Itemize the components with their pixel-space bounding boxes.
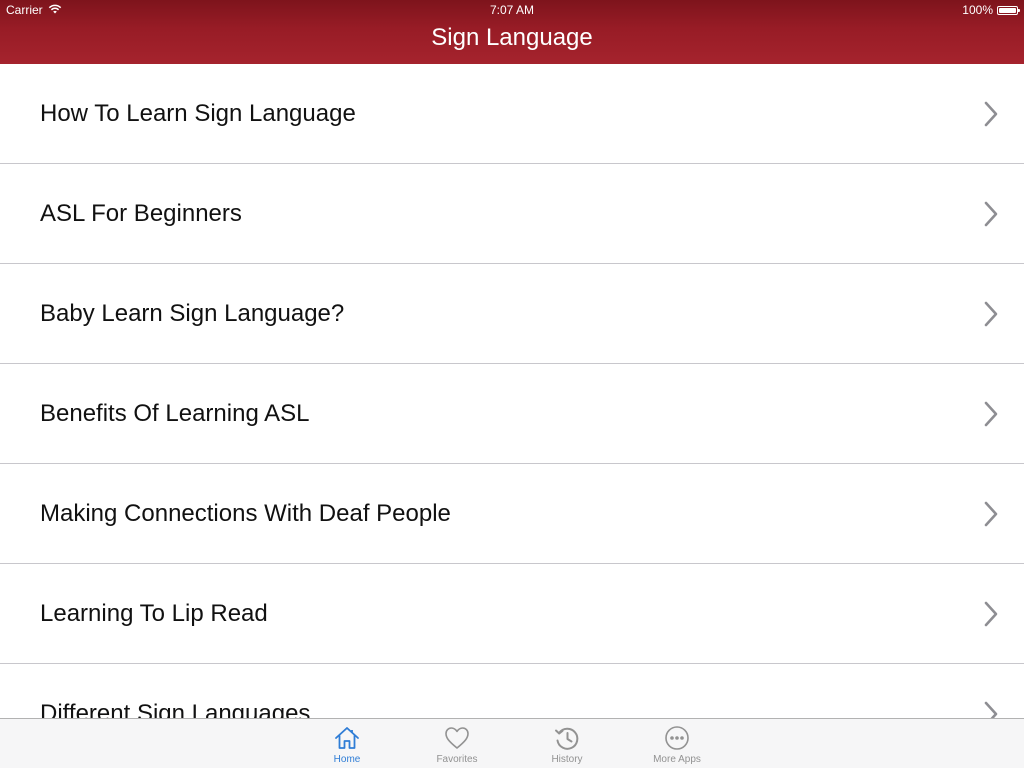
tab-home[interactable]: Home bbox=[292, 719, 402, 768]
chevron-right-icon bbox=[984, 601, 998, 626]
chevron-right-icon bbox=[984, 501, 998, 526]
chevron-right-icon bbox=[984, 101, 998, 126]
tab-home-label: Home bbox=[333, 754, 361, 765]
app-screen: Carrier 7:07 AM 100% Sign Language How T… bbox=[0, 0, 1024, 768]
status-time: 7:07 AM bbox=[489, 3, 535, 17]
battery-percent: 100% bbox=[962, 3, 993, 17]
page-title: Sign Language bbox=[431, 24, 593, 51]
list-item[interactable]: Different Sign Languages bbox=[0, 664, 1024, 718]
list-item-label: Baby Learn Sign Language? bbox=[40, 299, 345, 327]
topic-list[interactable]: How To Learn Sign Language ASL For Begin… bbox=[0, 64, 1024, 718]
tab-favorites[interactable]: Favorites bbox=[402, 719, 512, 768]
home-icon bbox=[335, 727, 359, 749]
list-item-label: Different Sign Languages bbox=[40, 699, 311, 719]
list-item[interactable]: Baby Learn Sign Language? bbox=[0, 264, 1024, 364]
list-item[interactable]: ASL For Beginners bbox=[0, 164, 1024, 264]
battery-icon bbox=[997, 5, 1020, 15]
list-item[interactable]: Learning To Lip Read bbox=[0, 564, 1024, 664]
header: Carrier 7:07 AM 100% Sign Language bbox=[0, 0, 1024, 64]
history-icon bbox=[555, 727, 579, 750]
list-item[interactable]: Benefits Of Learning ASL bbox=[0, 364, 1024, 464]
tab-more-apps-label: More Apps bbox=[653, 754, 701, 765]
status-right: 100% bbox=[962, 0, 1020, 20]
tab-history-label: History bbox=[551, 754, 583, 765]
list-item-label: How To Learn Sign Language bbox=[40, 99, 356, 127]
list-item-label: Making Connections With Deaf People bbox=[40, 499, 451, 527]
tab-more-apps[interactable]: More Apps bbox=[622, 719, 732, 768]
tab-favorites-label: Favorites bbox=[436, 754, 478, 765]
status-bar: Carrier 7:07 AM 100% bbox=[0, 0, 1024, 20]
tab-history[interactable]: History bbox=[512, 719, 622, 768]
list-item-label: Learning To Lip Read bbox=[40, 599, 268, 627]
list-item-label: Benefits Of Learning ASL bbox=[40, 399, 310, 427]
chevron-right-icon bbox=[984, 401, 998, 426]
heart-icon bbox=[445, 727, 469, 749]
chevron-right-icon bbox=[984, 301, 998, 326]
list-item[interactable]: Making Connections With Deaf People bbox=[0, 464, 1024, 564]
list-item-label: ASL For Beginners bbox=[40, 199, 242, 227]
chevron-right-icon bbox=[984, 701, 998, 718]
battery-fill bbox=[999, 7, 1016, 13]
list-item[interactable]: How To Learn Sign Language bbox=[0, 64, 1024, 164]
more-icon bbox=[665, 726, 689, 750]
tab-bar: Home Favorites History More Apps bbox=[0, 718, 1024, 768]
chevron-right-icon bbox=[984, 201, 998, 226]
